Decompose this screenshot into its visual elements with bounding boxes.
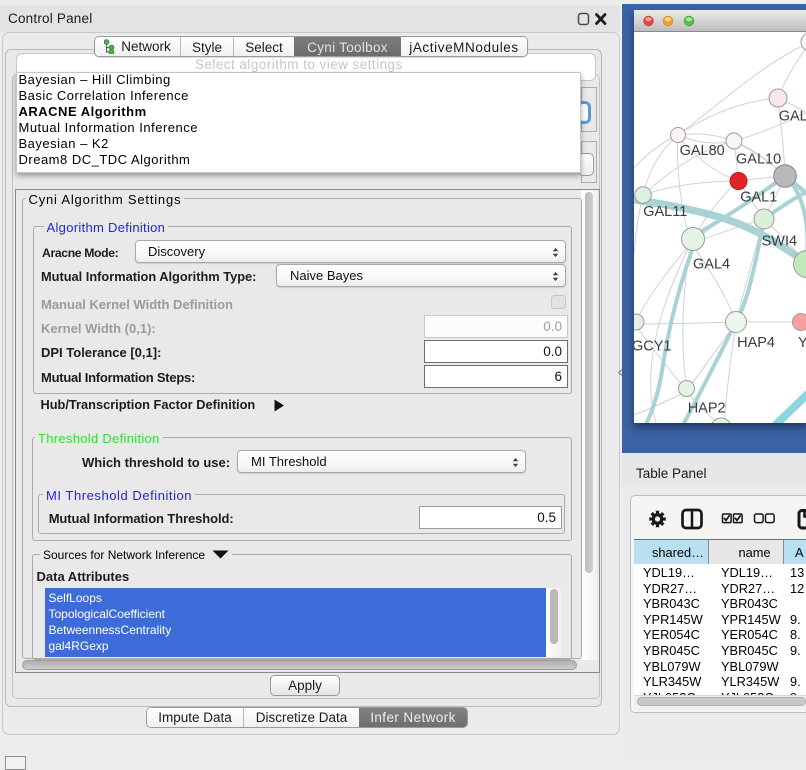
svg-text:GAL4: GAL4 [693,257,730,273]
svg-text:GAL1: GAL1 [740,190,777,206]
svg-text:GAL11: GAL11 [643,204,687,220]
svg-text:YH: YH [798,335,806,351]
svg-text:GAL10: GAL10 [736,152,781,168]
svg-text:GAL80: GAL80 [680,143,725,159]
svg-text:GCY1: GCY1 [634,339,672,355]
svg-text:GAL8: GAL8 [779,109,806,125]
svg-text:HAP4: HAP4 [737,335,775,351]
svg-text:SWI4: SWI4 [762,234,797,250]
svg-text:HAP2: HAP2 [688,401,726,417]
